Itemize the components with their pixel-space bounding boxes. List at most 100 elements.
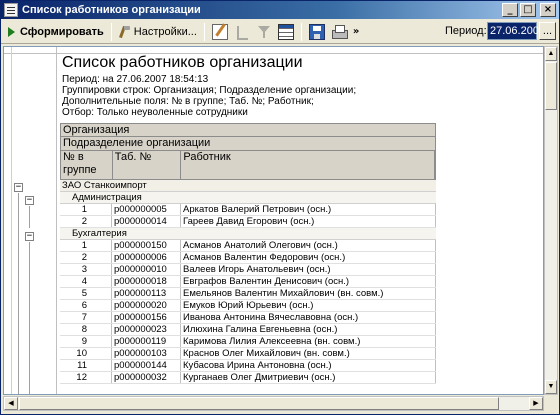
- cell-tab: р000000023: [112, 324, 181, 335]
- tree-icon[interactable]: [234, 24, 250, 40]
- cell-worker: Емельянов Валентин Михайлович (вн. совм.…: [181, 288, 436, 299]
- table-row: 10 р000000103 Краснов Олег Михайлович (в…: [60, 348, 436, 360]
- toolbar-separator: [203, 22, 205, 41]
- cell-tab: р000000144: [112, 360, 181, 371]
- table-row: 1 р000000005 Аркатов Валерий Петрович (о…: [60, 204, 436, 216]
- scroll-up-arrow-icon[interactable]: ▲: [545, 47, 557, 61]
- cell-worker: Илюхина Галина Евгеньевна (осн.): [181, 324, 436, 335]
- top-ruler: [4, 47, 543, 54]
- cell-tab: р000000119: [112, 336, 181, 347]
- cell-worker: Иванова Антонина Вячеславовна (осн.): [181, 312, 436, 323]
- cell-num: 12: [60, 372, 112, 383]
- scroll-right-arrow-icon[interactable]: ▶: [529, 397, 543, 410]
- save-icon[interactable]: [308, 23, 325, 40]
- cell-worker: Евграфов Валентин Денисович (осн.): [181, 276, 436, 287]
- collapse-org-toggle[interactable]: −: [14, 183, 23, 192]
- cell-num: 5: [60, 288, 112, 299]
- cell-tab: р000000032: [112, 372, 181, 383]
- generate-button[interactable]: Сформировать: [5, 22, 107, 42]
- collapse-group-toggle[interactable]: −: [25, 196, 34, 205]
- org-row: ЗАО Станкоимпорт: [60, 180, 436, 192]
- tree-line: [18, 193, 19, 394]
- cell-worker: Емуков Юрий Юрьевич (осн.): [181, 300, 436, 311]
- header-columns: № в группе Таб. № Работник: [60, 151, 436, 180]
- table-row: 1 р000000150 Асманов Анатолий Олегович (…: [60, 240, 436, 252]
- horizontal-scroll-thumb[interactable]: [19, 397, 499, 410]
- close-button[interactable]: ×: [540, 3, 556, 17]
- tree-line: [29, 242, 30, 394]
- window-title: Список работников организации: [22, 4, 201, 16]
- edit-icon[interactable]: [211, 23, 228, 40]
- table-row: 5 р000000113 Емельянов Валентин Михайлов…: [60, 288, 436, 300]
- cell-worker: Валеев Игорь Анатольевич (осн.): [181, 264, 436, 275]
- cell-num: 7: [60, 312, 112, 323]
- cell-tab: р000000156: [112, 312, 181, 323]
- play-icon: [8, 26, 15, 37]
- table-row: 8 р000000023 Илюхина Галина Евгеньевна (…: [60, 324, 436, 336]
- period-label: Период:: [445, 25, 487, 37]
- table-row: 9 р000000119 Каримова Лилия Алексеевна (…: [60, 336, 436, 348]
- settings-label: Настройки...: [133, 25, 197, 38]
- report-sheet[interactable]: Список работников организации Период: на…: [3, 46, 544, 395]
- cell-num: 6: [60, 300, 112, 311]
- toolbar-separator: [110, 22, 112, 41]
- settings-button[interactable]: Настройки...: [116, 22, 200, 42]
- tree-line: [29, 206, 30, 228]
- cell-num: 1: [60, 240, 112, 251]
- cell-num: 2: [60, 252, 112, 263]
- table-view-icon[interactable]: [277, 23, 294, 40]
- dept-row: Администрация: [60, 192, 436, 204]
- cell-tab: р000000006: [112, 252, 181, 263]
- cell-tab: р000000005: [112, 204, 181, 215]
- cell-worker: Каримова Лилия Алексеевна (вн. совм.): [181, 336, 436, 347]
- col-header-num: № в группе: [61, 151, 113, 179]
- table-row: 3 р000000010 Валеев Игорь Анатольевич (о…: [60, 264, 436, 276]
- maximize-button[interactable]: □: [520, 3, 536, 17]
- period-select-button[interactable]: ...: [539, 22, 556, 40]
- gutter-line: [11, 47, 12, 394]
- cell-worker: Аркатов Валерий Петрович (осн.): [181, 204, 436, 215]
- table-row: 4 р000000018 Евграфов Валентин Денисович…: [60, 276, 436, 288]
- more-tools-button[interactable]: »: [353, 26, 359, 36]
- cell-num: 8: [60, 324, 112, 335]
- vertical-scrollbar[interactable]: ▲ ▼: [544, 46, 558, 395]
- horizontal-scrollbar[interactable]: ◀ ▶: [3, 396, 544, 411]
- cell-tab: р000000018: [112, 276, 181, 287]
- param-fields: Дополнительные поля: № в группе; Таб. №;…: [62, 96, 314, 107]
- cell-num: 1: [60, 204, 112, 215]
- scroll-down-arrow-icon[interactable]: ▼: [545, 380, 557, 394]
- cell-worker: Кубасова Ирина Антоновна (осн.): [181, 360, 436, 371]
- vertical-scroll-thumb[interactable]: [545, 62, 557, 110]
- table-row: 6 р000000020 Емуков Юрий Юрьевич (осн.): [60, 300, 436, 312]
- cell-worker: Асманов Валентин Федорович (осн.): [181, 252, 436, 263]
- document-icon: [4, 3, 18, 17]
- table-row: 12 р000000032 Курганаев Олег Дмитриевич …: [60, 372, 436, 384]
- cell-tab: р000000014: [112, 216, 181, 227]
- cell-tab: р000000113: [112, 288, 181, 299]
- filter-icon[interactable]: [256, 24, 272, 40]
- param-filter: Отбор: Только неуволенные сотрудники: [62, 107, 248, 118]
- title-bar: Список работников организации _ □ ×: [1, 1, 559, 19]
- cell-tab: р000000103: [112, 348, 181, 359]
- cell-worker: Краснов Олег Михайлович (вн. совм.): [181, 348, 436, 359]
- col-header-tab: Таб. №: [113, 151, 182, 179]
- cell-num: 3: [60, 264, 112, 275]
- cell-worker: Гареев Давид Егорович (осн.): [181, 216, 436, 227]
- report-title: Список работников организации: [62, 54, 303, 71]
- period-input[interactable]: 27.06.2007: [487, 22, 545, 40]
- report-window: Список работников организации _ □ × Сфор…: [0, 0, 560, 415]
- cell-num: 10: [60, 348, 112, 359]
- cell-num: 9: [60, 336, 112, 347]
- table-row: 11 р000000144 Кубасова Ирина Антоновна (…: [60, 360, 436, 372]
- collapse-group-toggle[interactable]: −: [25, 232, 34, 241]
- param-grouping: Группировки строк: Организация; Подразде…: [62, 85, 357, 96]
- cell-tab: р000000010: [112, 264, 181, 275]
- generate-label: Сформировать: [20, 25, 104, 38]
- scroll-left-arrow-icon[interactable]: ◀: [4, 397, 18, 410]
- settings-icon: [119, 25, 131, 38]
- print-icon[interactable]: [331, 24, 348, 40]
- minimize-button[interactable]: _: [502, 3, 518, 17]
- cell-tab: р000000020: [112, 300, 181, 311]
- cell-worker: Курганаев Олег Дмитриевич (осн.): [181, 372, 436, 383]
- col-header-worker: Работник: [181, 151, 435, 179]
